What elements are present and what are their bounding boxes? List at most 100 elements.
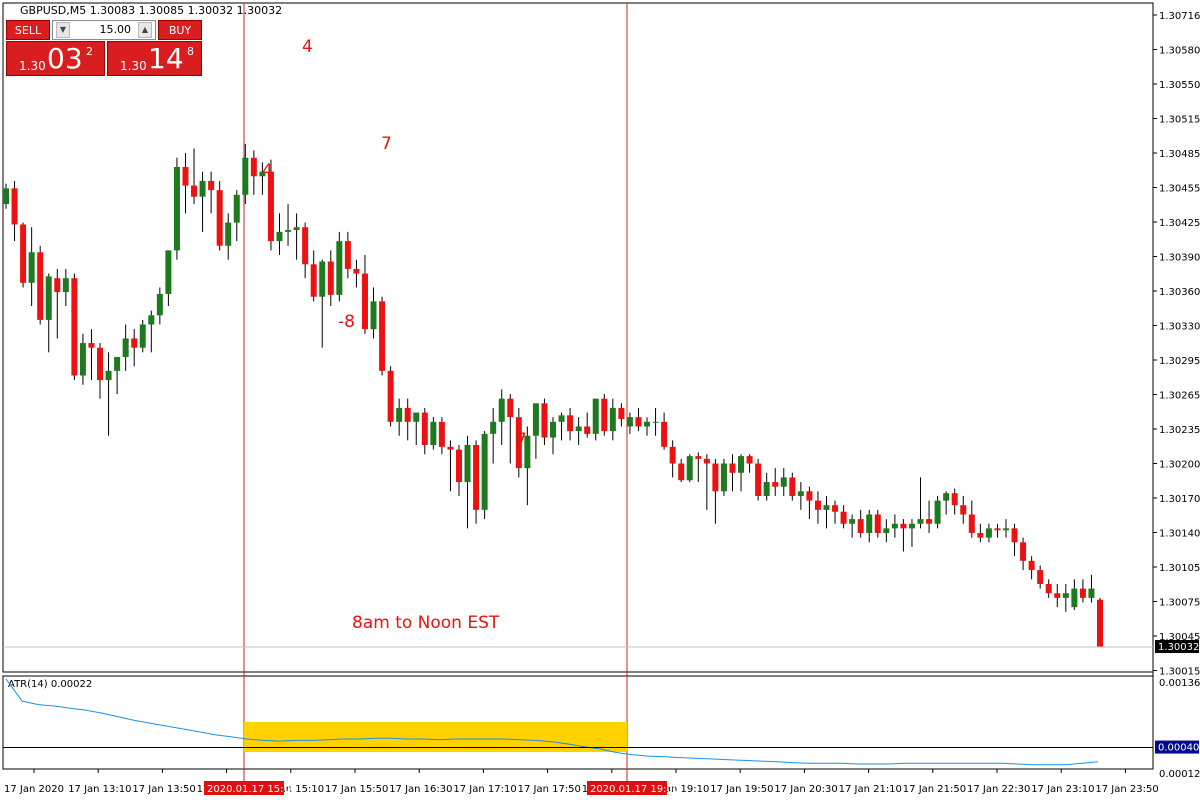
candle-body xyxy=(934,500,941,524)
candle-body xyxy=(866,514,873,534)
candle-body xyxy=(353,268,360,274)
candle-body xyxy=(156,293,163,316)
time-tick-label: 17 Jan 17:10 xyxy=(453,784,516,795)
candle-body xyxy=(122,338,129,357)
time-tick-label: 17 Jan 15:50 xyxy=(325,784,388,795)
candle-body xyxy=(891,523,898,529)
candle-body xyxy=(960,505,967,515)
candle-body xyxy=(541,403,548,438)
candle-body xyxy=(1097,599,1103,647)
candle-body xyxy=(327,261,334,295)
time-tick-label: 17 Jan 21:10 xyxy=(839,784,902,795)
candle-body xyxy=(823,505,830,510)
candle-body xyxy=(1020,542,1027,561)
sell-button[interactable]: SELL xyxy=(6,20,50,40)
candle-body xyxy=(310,264,317,297)
candle-body xyxy=(797,491,804,496)
time-tick-label: 17 Jan 23:50 xyxy=(1095,784,1158,795)
sell-quote-pips: 03 xyxy=(47,42,83,75)
candle-body xyxy=(652,421,659,423)
candle-body xyxy=(678,463,685,481)
count-annotation: 4 xyxy=(262,161,273,181)
candle-body xyxy=(746,456,753,464)
candle-body xyxy=(37,252,44,320)
time-tick-label: 17 Jan 2020 xyxy=(4,784,64,795)
candle-body xyxy=(28,252,35,283)
lot-size-field[interactable]: ▼ 15.00 ▲ xyxy=(52,20,156,40)
price-tick-label: 1.30425 xyxy=(1159,218,1200,229)
candle-body xyxy=(242,157,249,195)
candle-body xyxy=(789,477,796,496)
candle-body xyxy=(1045,583,1052,594)
price-tick-label: 1.30550 xyxy=(1159,80,1200,91)
lot-increase-icon[interactable]: ▲ xyxy=(138,22,152,38)
atr-title: ATR(14) 0.00022 xyxy=(8,679,92,690)
current-price-label: 1.30032 xyxy=(1158,642,1199,653)
session-time-label: 2020.01.17 19:00 xyxy=(590,784,679,795)
candle-body xyxy=(703,458,710,464)
candle-body xyxy=(550,421,556,438)
candle-body xyxy=(532,403,539,436)
candle-body xyxy=(806,491,813,501)
time-tick-label: 17 Jan 13:10 xyxy=(68,784,131,795)
candle-body xyxy=(139,324,146,348)
candle-body xyxy=(908,523,915,529)
price-tick-label: 1.30515 xyxy=(1159,115,1200,126)
candle-body xyxy=(1071,588,1078,608)
candle-body xyxy=(20,224,27,283)
candle-body xyxy=(883,528,890,534)
sell-quote-fraction: 2 xyxy=(86,45,93,58)
price-tick-label: 1.30455 xyxy=(1159,184,1200,195)
price-tick-label: 1.30580 xyxy=(1159,46,1200,57)
candle-body xyxy=(387,370,394,422)
candle-body xyxy=(1002,528,1009,531)
candle-body xyxy=(926,519,933,524)
sell-quote[interactable]: 1.30 03 2 xyxy=(6,41,105,76)
candle-body xyxy=(3,188,9,205)
candle-body xyxy=(173,167,180,251)
buy-quote[interactable]: 1.30 14 8 xyxy=(107,41,202,76)
candle-body xyxy=(1011,528,1018,543)
buy-quote-prefix: 1.30 xyxy=(120,59,147,73)
candle-body xyxy=(763,482,770,496)
time-tick-label: 17 Jan 21:50 xyxy=(903,784,966,795)
candle-body xyxy=(695,456,702,459)
one-click-trading-panel: SELL ▼ 15.00 ▲ BUY 1.30 03 2 1.30 14 8 xyxy=(6,20,202,76)
candle-body xyxy=(626,417,633,427)
candle-body xyxy=(951,493,958,506)
candle-body xyxy=(88,343,95,348)
candle-body xyxy=(1079,588,1086,598)
price-tick-label: 1.30235 xyxy=(1159,425,1200,436)
candle-body xyxy=(250,157,257,177)
candle-body xyxy=(216,190,223,246)
candle-body xyxy=(669,446,676,464)
candle-body xyxy=(558,415,565,422)
candle-body xyxy=(361,273,368,330)
candle-body xyxy=(1037,570,1044,584)
count-annotation: 7 xyxy=(381,134,392,154)
candle-body xyxy=(592,398,599,434)
candle-body xyxy=(994,528,1001,531)
buy-button[interactable]: BUY xyxy=(158,20,202,40)
time-tick-label: 17 Jan 16:30 xyxy=(389,784,452,795)
candle-body xyxy=(772,482,779,487)
candle-body xyxy=(917,519,924,524)
price-tick-label: 1.30265 xyxy=(1159,391,1200,402)
candle-body xyxy=(131,338,138,348)
candle-body xyxy=(644,421,651,427)
lot-decrease-icon[interactable]: ▼ xyxy=(56,22,70,38)
price-tick-label: 1.30330 xyxy=(1159,322,1200,333)
time-tick-label: 17 Jan 13:50 xyxy=(132,784,195,795)
candle-body xyxy=(755,463,762,496)
time-tick-label: 17 Jan 20:30 xyxy=(774,784,837,795)
candle-body xyxy=(832,505,839,512)
candle-body xyxy=(985,528,992,538)
price-tick-label: 1.30105 xyxy=(1159,563,1200,574)
candle-body xyxy=(575,426,582,432)
candle-body xyxy=(943,493,950,501)
candle-body xyxy=(71,278,78,376)
candle-body xyxy=(62,278,69,293)
candle-body xyxy=(430,421,437,445)
candle-body xyxy=(276,231,283,242)
time-tick-label: 17 Jan 19:50 xyxy=(710,784,773,795)
